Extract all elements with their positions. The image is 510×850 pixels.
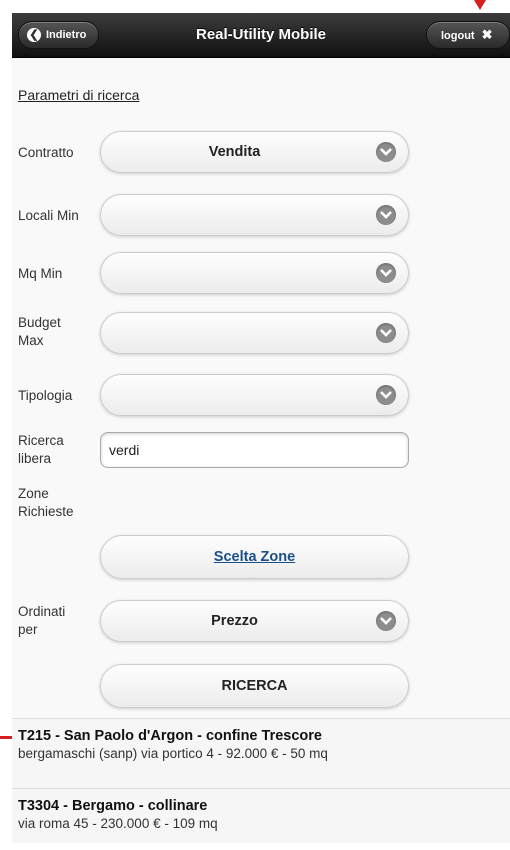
budget-max-label-line1: Budget: [18, 315, 61, 330]
mq-min-label: Mq Min: [18, 266, 63, 281]
list-item[interactable]: T215 - San Paolo d'Argon - confine Tresc…: [12, 718, 510, 788]
search-button[interactable]: RICERCA: [100, 664, 409, 708]
red-arrow-marker: [474, 0, 486, 10]
result-subtitle: bergamaschi (sanp) via portico 4 - 92.00…: [18, 746, 328, 761]
ricerca-libera-input[interactable]: verdi: [100, 432, 409, 468]
chevron-down-icon: [376, 142, 396, 162]
ordinati-per-value: Prezzo: [211, 613, 258, 629]
back-button[interactable]: ❮ Indietro: [18, 21, 100, 49]
zone-richieste-label-line1: Zone: [18, 486, 49, 501]
budget-max-label: Budget Max: [18, 314, 61, 350]
ordinati-per-select[interactable]: Prezzo: [100, 600, 409, 642]
result-subtitle: via roma 45 - 230.000 € - 109 mq: [18, 816, 218, 831]
ricerca-libera-label-line1: Ricerca: [18, 433, 64, 448]
tipologia-select[interactable]: [100, 374, 409, 416]
zone-richieste-label: Zone Richieste: [18, 485, 74, 521]
ordinati-per-label-line2: per: [18, 622, 38, 637]
tipologia-label: Tipologia: [18, 388, 73, 403]
budget-max-label-line2: Max: [18, 333, 44, 348]
scelta-zone-button-label: Scelta Zone: [213, 549, 296, 565]
ordinati-per-label: Ordinati per: [18, 603, 65, 639]
chevron-down-icon: [376, 323, 396, 343]
app-screen: Real-Utility Mobile ❮ Indietro logout ✖ Pa…: [12, 13, 510, 843]
ordinati-per-label-line1: Ordinati: [18, 604, 66, 619]
zone-richieste-label-line2: Richieste: [18, 504, 74, 519]
red-line-marker: [0, 736, 12, 739]
chevron-down-icon: [376, 205, 396, 225]
list-item[interactable]: T3304 - Bergamo - collinare via roma 45 …: [12, 788, 510, 843]
result-title: T3304 - Bergamo - collinare: [18, 798, 208, 814]
locali-min-label: Locali Min: [18, 208, 79, 223]
ricerca-libera-label: Ricerca libera: [18, 432, 64, 468]
close-icon: ✖: [481, 27, 493, 42]
contratto-select[interactable]: Vendita: [100, 131, 409, 173]
chevron-down-icon: [376, 385, 396, 405]
header-bar: Real-Utility Mobile ❮ Indietro logout ✖: [12, 13, 510, 58]
section-title: Parametri di ricerca: [18, 87, 140, 103]
contratto-label: Contratto: [18, 145, 74, 160]
mq-min-select[interactable]: [100, 252, 409, 294]
logout-button-label: logout: [441, 30, 475, 42]
result-title: T215 - San Paolo d'Argon - confine Tresc…: [18, 728, 322, 744]
ricerca-libera-label-line2: libera: [18, 451, 52, 466]
back-button-label: Indietro: [46, 29, 87, 41]
scelta-zone-button[interactable]: Scelta Zone: [100, 535, 409, 579]
locali-min-select[interactable]: [100, 194, 409, 236]
chevron-left-icon: ❮: [27, 28, 41, 43]
chevron-down-icon: [376, 263, 396, 283]
logout-button[interactable]: logout ✖: [426, 21, 510, 49]
chevron-down-icon: [376, 611, 396, 631]
budget-max-select[interactable]: [100, 312, 409, 354]
contratto-value: Vendita: [208, 144, 261, 160]
